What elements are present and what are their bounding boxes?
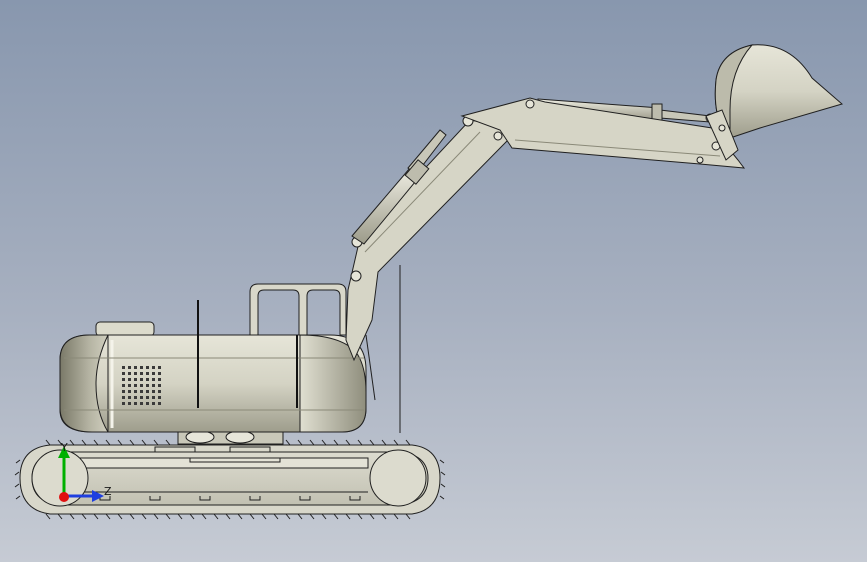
bucket bbox=[705, 44, 844, 161]
y-axis-label: Y bbox=[60, 441, 68, 454]
crawler-track bbox=[14, 439, 446, 520]
x-axis-origin bbox=[59, 492, 69, 502]
track-side-frame bbox=[77, 457, 369, 469]
cab-frame bbox=[249, 283, 347, 336]
upper-body bbox=[59, 300, 367, 433]
z-axis-label: Z bbox=[104, 485, 112, 498]
exhaust-cap bbox=[95, 321, 155, 337]
construction-line bbox=[365, 334, 376, 401]
excavator-drawing: Y Z bbox=[14, 44, 844, 520]
cad-viewport[interactable]: Y Z bbox=[0, 0, 867, 562]
sprocket-wheel bbox=[369, 449, 427, 507]
